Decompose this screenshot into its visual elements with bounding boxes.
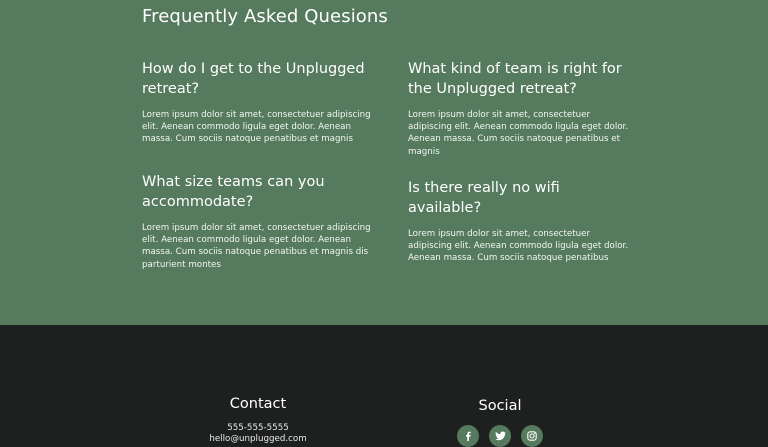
faq-item: What size teams can you accommodate? Lor… [142, 172, 374, 271]
facebook-button[interactable] [457, 425, 479, 447]
social-heading: Social [478, 398, 522, 414]
contact-phone[interactable]: 555-555-5555 [198, 423, 318, 434]
faq-title: Frequently Asked Quesions [142, 6, 388, 27]
social-column: Social [440, 397, 560, 447]
faq-section: Frequently Asked Quesions How do I get t… [0, 0, 768, 325]
faq-answer: Lorem ipsum dolor sit amet, consectetuer… [408, 110, 629, 157]
faq-item: How do I get to the Unplugged retreat? L… [142, 59, 374, 146]
faq-question: What size teams can you accommodate? [142, 174, 325, 210]
faq-question: Is there really no wifi available? [408, 180, 560, 216]
facebook-icon [463, 431, 473, 441]
faq-answer: Lorem ipsum dolor sit amet, consectetuer… [142, 223, 371, 270]
faq-item: Is there really no wifi available? Lorem… [408, 178, 636, 265]
faq-question: How do I get to the Unplugged retreat? [142, 61, 365, 97]
social-icons [440, 425, 560, 447]
contact-email[interactable]: hello@unplugged.com [198, 434, 318, 445]
instagram-button[interactable] [521, 425, 543, 447]
footer: Contact 555-555-5555 hello@unplugged.com… [0, 325, 768, 447]
contact-column: Contact 555-555-5555 hello@unplugged.com [198, 395, 318, 445]
contact-heading: Contact [229, 396, 287, 412]
twitter-icon [494, 431, 506, 441]
faq-answer: Lorem ipsum dolor sit amet, consectetuer… [142, 110, 371, 145]
twitter-button[interactable] [489, 425, 511, 447]
faq-question: What kind of team is right for the Unplu… [408, 61, 622, 97]
instagram-icon [527, 431, 537, 441]
faq-answer: Lorem ipsum dolor sit amet, consectetuer… [408, 229, 629, 264]
faq-item: What kind of team is right for the Unplu… [408, 59, 636, 158]
